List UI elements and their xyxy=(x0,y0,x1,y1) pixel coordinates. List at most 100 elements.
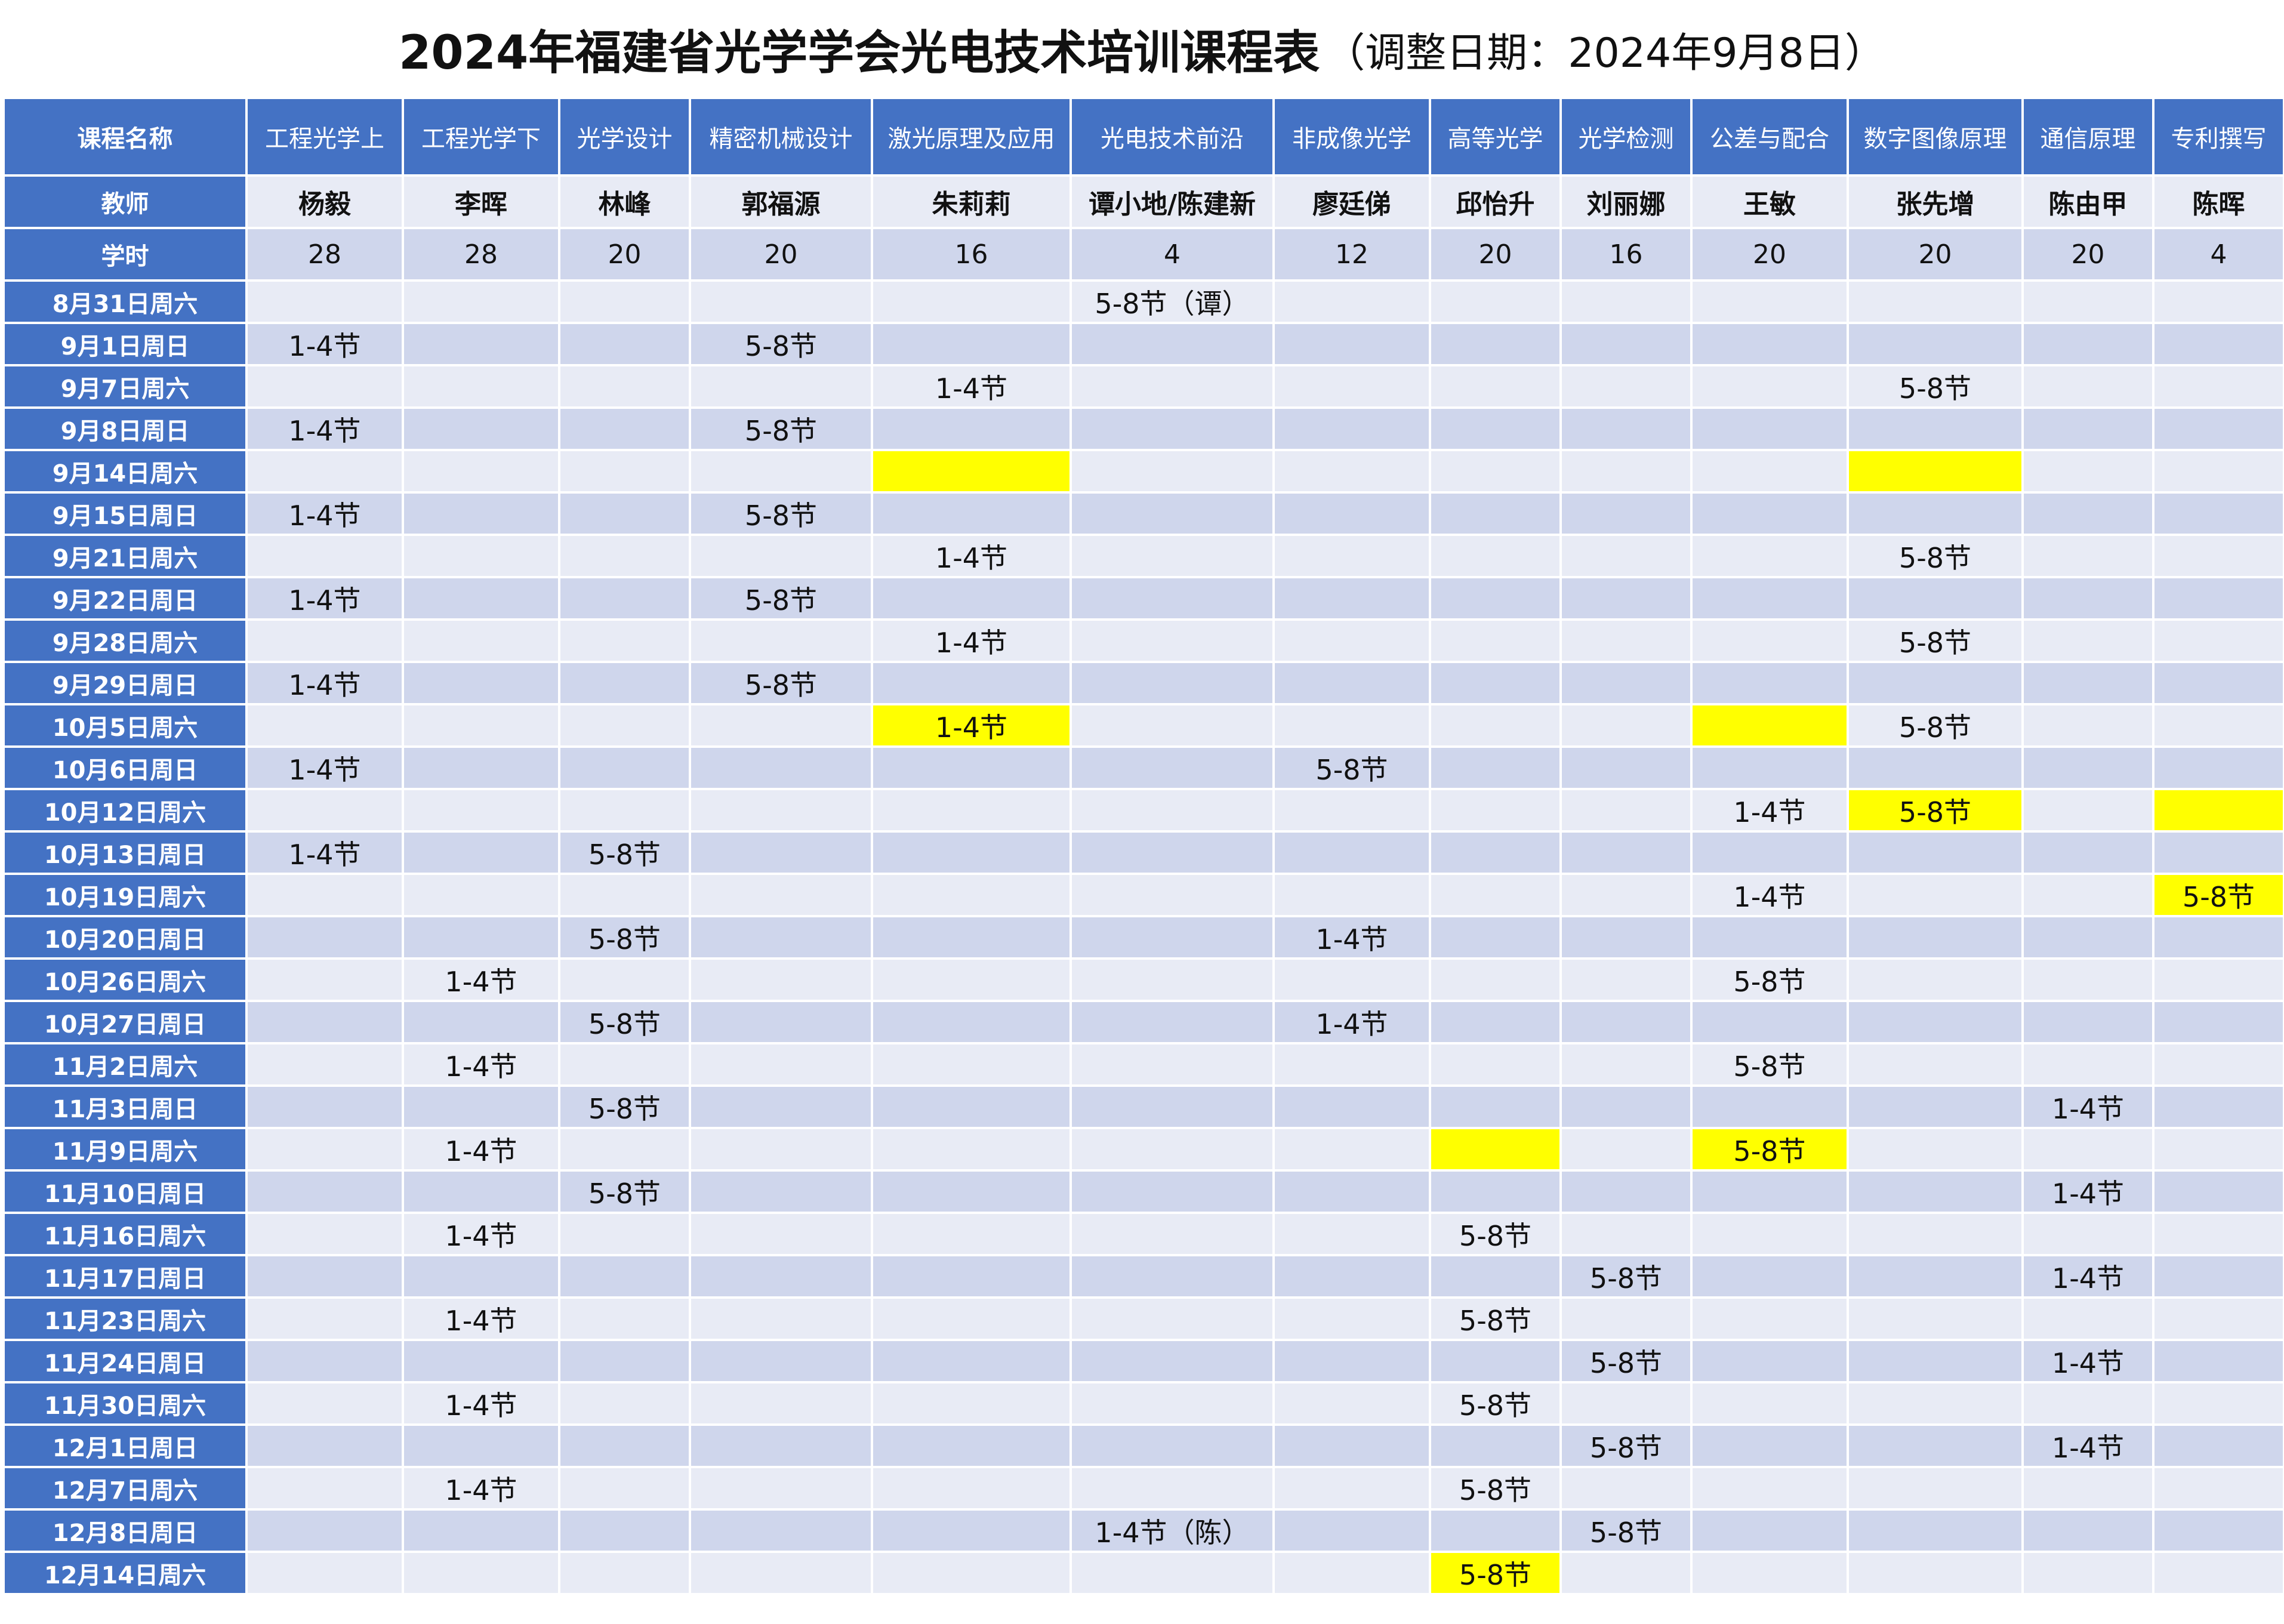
schedule-row: 9月22日周日 1-4节 5-8节 xyxy=(2,576,2284,621)
session-cell xyxy=(1559,618,1693,663)
session-cell xyxy=(245,534,404,578)
session-cell xyxy=(871,1000,1072,1044)
teacher-cell: 李晖 xyxy=(402,174,560,229)
schedule-title: 2024年福建省光学学会光电技术培训课程表 （调整日期：2024年9月8日） xyxy=(0,0,2284,98)
date-label: 10月6日周日 xyxy=(2,745,248,790)
session-cell xyxy=(2152,1212,2284,1256)
session-cell: 1-4节 xyxy=(245,322,404,366)
session-cell: 1-4节 xyxy=(871,534,1072,578)
session-cell xyxy=(2021,406,2154,451)
session-cell xyxy=(1690,1466,1849,1511)
schedule-row: 9月28日周六 1-4节 5-8节 xyxy=(2,618,2284,663)
schedule-row: 9月1日周日 1-4节 5-8节 xyxy=(2,322,2284,366)
date-label: 9月8日周日 xyxy=(2,406,248,451)
session-cell xyxy=(1429,745,1562,790)
session-cell xyxy=(1272,1042,1431,1087)
session-cell xyxy=(2021,830,2154,875)
session-cell xyxy=(1847,1212,2024,1256)
session-cell xyxy=(2152,745,2284,790)
session-cell xyxy=(871,915,1072,960)
session-cell xyxy=(558,788,691,833)
session-cell xyxy=(1690,1084,1849,1129)
session-cell xyxy=(1069,873,1275,917)
hours-cell: 4 xyxy=(2152,227,2284,282)
session-cell xyxy=(402,279,560,324)
hours-cell: 20 xyxy=(1847,227,2024,282)
highlighted-session-cell xyxy=(2152,788,2284,833)
session-cell: 5-8节 xyxy=(558,830,691,875)
session-cell xyxy=(2021,957,2154,1002)
session-cell xyxy=(1847,1169,2024,1214)
session-cell xyxy=(1272,1466,1431,1511)
session-cell xyxy=(1069,491,1275,536)
session-cell xyxy=(245,1296,404,1341)
session-cell xyxy=(689,830,873,875)
session-cell xyxy=(558,279,691,324)
session-cell: 1-4节 xyxy=(245,661,404,705)
session-cell xyxy=(871,788,1072,833)
session-cell xyxy=(558,1551,691,1595)
session-cell xyxy=(871,491,1072,536)
session-cell xyxy=(1272,322,1431,366)
session-cell xyxy=(2152,1042,2284,1087)
session-cell xyxy=(2021,322,2154,366)
session-cell xyxy=(689,1000,873,1044)
date-label: 9月21日周六 xyxy=(2,534,248,578)
session-cell xyxy=(1272,491,1431,536)
highlighted-session-cell xyxy=(1847,449,2024,494)
session-cell xyxy=(871,1466,1072,1511)
session-cell xyxy=(1559,830,1693,875)
session-cell: 5-8节 xyxy=(1429,1466,1562,1511)
session-cell xyxy=(1559,1296,1693,1341)
session-cell: 5-8节 xyxy=(558,1000,691,1044)
session-cell xyxy=(871,1296,1072,1341)
session-cell xyxy=(1847,1423,2024,1468)
session-cell xyxy=(871,1042,1072,1087)
course-header: 工程光学上 xyxy=(245,97,404,177)
session-cell xyxy=(402,1084,560,1129)
session-cell xyxy=(1069,449,1275,494)
session-cell xyxy=(558,873,691,917)
course-header: 精密机械设计 xyxy=(689,97,873,177)
session-cell xyxy=(1690,915,1849,960)
session-cell xyxy=(402,1339,560,1383)
session-cell xyxy=(1272,1508,1431,1553)
session-cell xyxy=(689,1212,873,1256)
session-cell xyxy=(871,322,1072,366)
session-cell xyxy=(245,957,404,1002)
session-cell xyxy=(1847,1381,2024,1426)
schedule-row: 10月13日周日 1-4节 5-8节 xyxy=(2,830,2284,875)
session-cell xyxy=(1069,534,1275,578)
schedule-row: 9月7日周六 1-4节 5-8节 xyxy=(2,364,2284,409)
session-cell xyxy=(1847,1254,2024,1299)
session-cell xyxy=(402,745,560,790)
hours-cell: 12 xyxy=(1272,227,1431,282)
session-cell: 5-8节 xyxy=(1847,703,2024,748)
course-header: 激光原理及应用 xyxy=(871,97,1072,177)
session-cell xyxy=(1559,873,1693,917)
session-cell xyxy=(2152,406,2284,451)
course-header: 数字图像原理 xyxy=(1847,97,2024,177)
session-cell xyxy=(1847,1296,2024,1341)
session-cell: 1-4节 xyxy=(2021,1339,2154,1383)
schedule-row: 11月17日周日 5-8节 1-4节 xyxy=(2,1254,2284,1299)
session-cell xyxy=(871,1551,1072,1595)
session-cell xyxy=(1690,491,1849,536)
session-cell xyxy=(689,873,873,917)
session-cell xyxy=(1690,1212,1849,1256)
session-cell xyxy=(689,745,873,790)
session-cell xyxy=(1429,703,1562,748)
session-cell xyxy=(1069,957,1275,1002)
session-cell xyxy=(2152,576,2284,621)
hours-cell: 20 xyxy=(558,227,691,282)
session-cell xyxy=(558,745,691,790)
session-cell xyxy=(245,1000,404,1044)
session-cell xyxy=(1429,957,1562,1002)
session-cell: 1-4节 xyxy=(402,1127,560,1172)
session-cell xyxy=(1559,576,1693,621)
session-cell xyxy=(1069,788,1275,833)
session-cell xyxy=(1559,1042,1693,1087)
schedule-row: 10月26日周六 1-4节 5-8节 xyxy=(2,957,2284,1002)
session-cell xyxy=(1429,788,1562,833)
schedule-row: 8月31日周六 5-8节（谭） xyxy=(2,279,2284,324)
